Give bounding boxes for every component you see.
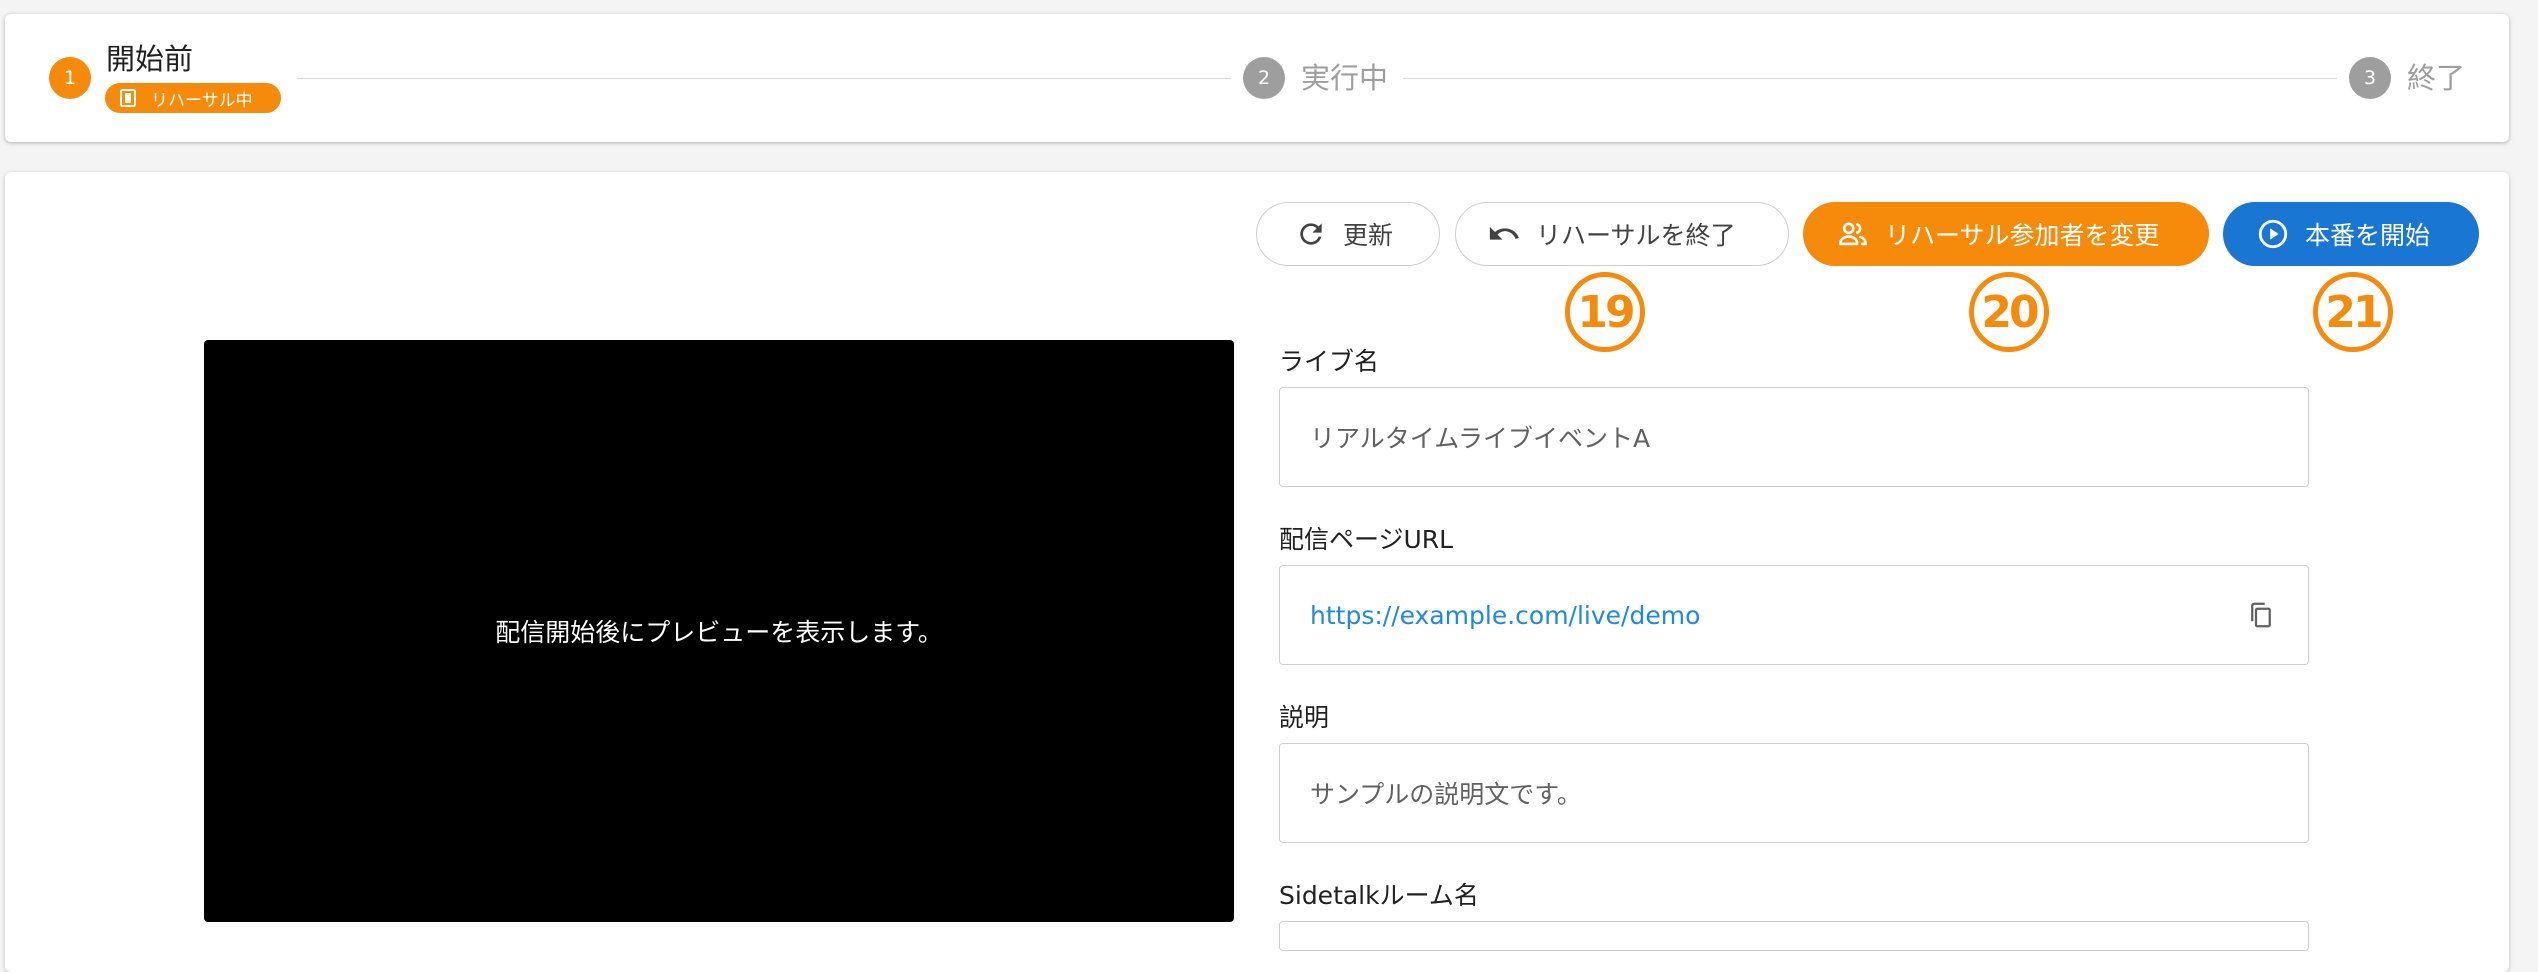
description-field[interactable]: サンプルの説明文です。 [1279, 743, 2309, 843]
end-rehearsal-button-label: リハーサルを終了 [1536, 221, 1736, 250]
step-1-label: 開始前 [106, 42, 194, 76]
refresh-button[interactable]: 更新 [1256, 202, 1440, 266]
copy-icon[interactable] [2244, 598, 2278, 632]
rehearsal-chip-label: リハーサル中 [151, 90, 253, 111]
sidetalk-room-field[interactable] [1279, 921, 2309, 951]
step-2-number: 2 [1243, 57, 1285, 99]
stream-preview: 配信開始後にプレビューを表示します。 [204, 340, 1234, 922]
description-value: サンプルの説明文です。 [1310, 780, 1582, 809]
start-live-button[interactable]: 本番を開始 [2223, 202, 2479, 266]
callout-21: 21 [2313, 272, 2393, 352]
description-label: 説明 [1279, 703, 1330, 732]
play-circle-icon [2255, 216, 2291, 252]
stepper: 1 開始前 リハーサル中 2 実行中 3 終了 [5, 14, 2509, 142]
change-rehearsal-participants-button[interactable]: リハーサル参加者を変更 [1803, 202, 2209, 266]
rehearsal-status-chip: リハーサル中 [105, 83, 281, 113]
start-live-button-label: 本番を開始 [2305, 221, 2431, 250]
page-url-field[interactable]: https://example.com/live/demo [1279, 565, 2309, 665]
refresh-button-label: 更新 [1343, 221, 1394, 250]
live-name-label: ライブ名 [1279, 347, 1380, 376]
page-url-value[interactable]: https://example.com/live/demo [1310, 601, 1700, 630]
change-participants-button-label: リハーサル参加者を変更 [1885, 221, 2160, 250]
page-url-label: 配信ページURL [1279, 525, 1454, 554]
callout-19: 19 [1565, 272, 1645, 352]
refresh-icon [1293, 216, 1329, 252]
step-3-number: 3 [2349, 57, 2391, 99]
step-1-number: 1 [49, 57, 91, 99]
sidetalk-room-label: Sidetalkルーム名 [1279, 881, 1479, 910]
step-connector-2 [1403, 78, 2337, 79]
live-name-value: リアルタイムライブイベントA [1310, 424, 1651, 453]
step-2-label: 実行中 [1301, 61, 1389, 95]
step-3-label: 終了 [2407, 61, 2466, 95]
rehearsal-icon [119, 89, 137, 107]
people-icon [1835, 216, 1871, 252]
callout-20: 20 [1969, 272, 2049, 352]
preview-placeholder-text: 配信開始後にプレビューを表示します。 [495, 618, 943, 647]
end-rehearsal-button[interactable]: リハーサルを終了 [1455, 202, 1789, 266]
undo-icon [1486, 216, 1522, 252]
step-connector-1 [297, 78, 1231, 79]
live-name-field[interactable]: リアルタイムライブイベントA [1279, 387, 2309, 487]
